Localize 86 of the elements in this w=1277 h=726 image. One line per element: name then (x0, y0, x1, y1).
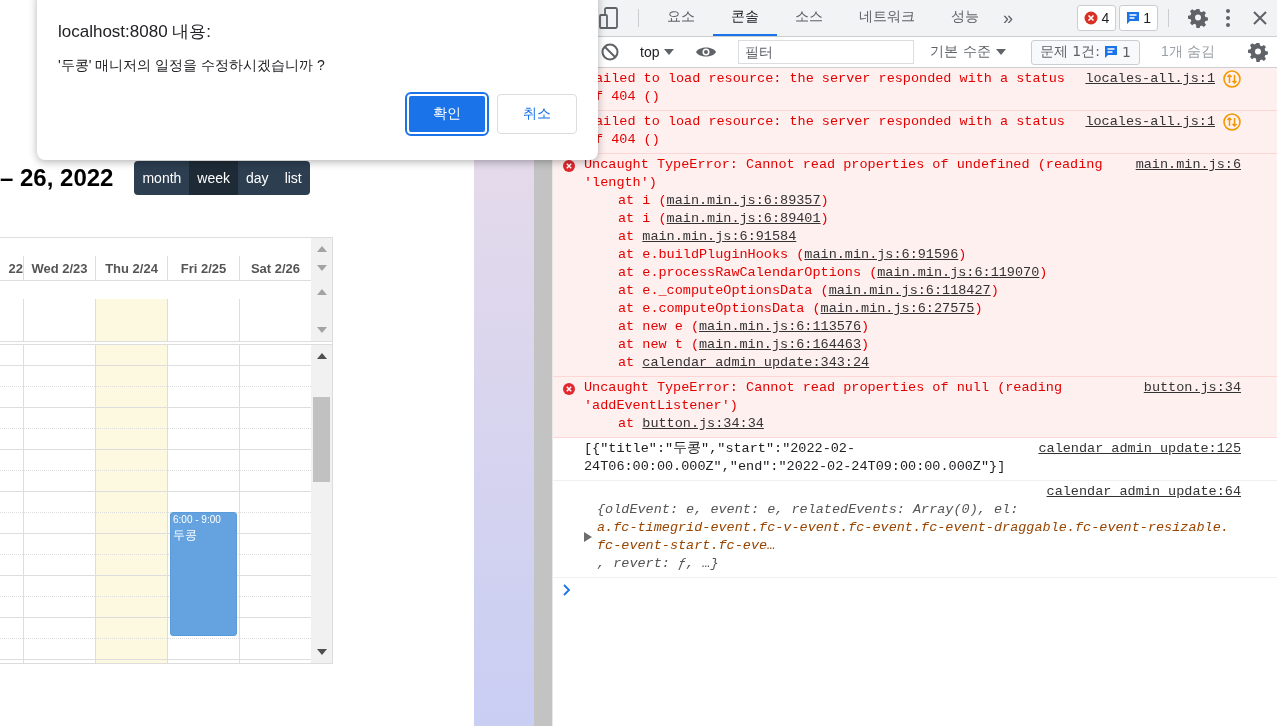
stack-frame: at new e (main.min.js:6:113576) (584, 318, 870, 336)
stack-link[interactable]: main.min.js:6:113576 (699, 319, 862, 334)
eye-icon[interactable] (695, 45, 718, 59)
stack-link[interactable]: main.min.js:6:118427 (828, 283, 991, 298)
stack-link[interactable]: main.min.js:6:164463 (699, 337, 862, 352)
settings-icon[interactable] (1188, 8, 1208, 28)
view-button[interactable]: month (134, 161, 190, 195)
scrollbar[interactable] (311, 345, 332, 663)
issues-button[interactable]: 문제 1건: 1 (1030, 39, 1140, 65)
devtools-tab[interactable]: 소스 (777, 0, 841, 36)
event-time: 6:00 - 9:00 (173, 514, 221, 525)
object-preview-text: {oldEvent: e, event: e, relatedEvents: Array(0), el: (597, 501, 1019, 519)
source-link[interactable]: calendar_admin_update:64 (1046, 484, 1241, 499)
stack-frame: at e._computeOptionsData (main.min.js:6:118427) (584, 282, 999, 300)
error-text: 'addEventListener') (584, 397, 738, 415)
devtools-tab[interactable]: 네트워크 (841, 0, 933, 36)
devtools-tab[interactable]: 요소 (649, 0, 713, 36)
stack-link[interactable]: main.min.js:6:91596 (804, 247, 959, 262)
day-header: Fri 2/25 (180, 260, 227, 276)
context-selector[interactable]: top (640, 44, 675, 60)
day-header: Wed 2/23 (31, 260, 88, 276)
dropdown-caret-icon (995, 49, 1006, 55)
filter-field[interactable]: 필터 (738, 40, 915, 64)
hidden-count: 1개 숨김 (1160, 43, 1215, 61)
stack-frame: at calendar_admin_update:343:24 (584, 354, 870, 372)
error-text: 'length') (584, 174, 657, 192)
source-link[interactable]: locales-all.js:1 (1085, 113, 1215, 131)
error-icon (1084, 11, 1099, 25)
stack-link[interactable]: main.min.js:6:119070 (877, 265, 1040, 280)
stack-link[interactable]: main.min.js:6:89401 (666, 211, 821, 226)
stack-frame: at e.processRawCalendarOptions (main.min.js:6:119070) (584, 264, 1048, 282)
log-text: 24T06:00:00.000Z","end":"2022-02-24T09:00:00.000Z"}] (584, 458, 1006, 476)
view-button[interactable]: day (238, 161, 277, 195)
stack-link[interactable]: main.min.js:6:91584 (642, 229, 797, 244)
message-count-badge[interactable]: 1 (1119, 5, 1158, 31)
calendar-title: – 26, 2022 (0, 164, 114, 192)
stack-frame: at main.min.js:6:91584 (584, 228, 797, 246)
stack-link[interactable]: main.min.js:6:89357 (666, 193, 821, 208)
stack-frame: at button.js:34:34 (584, 415, 764, 433)
event-title: 두콩 (173, 527, 197, 544)
source-link[interactable]: locales-all.js:1 (1085, 70, 1215, 88)
dialog-message: '두콩' 매니저의 일정을 수정하시겠습니까 ? (58, 57, 325, 75)
message-icon (1104, 45, 1118, 59)
stack-frame: at i (main.min.js:6:89357) (584, 192, 829, 210)
devtools-tab[interactable]: 성능 (933, 0, 997, 36)
error-text: Uncaught TypeError: Cannot read properties of undefined (reading (584, 156, 1103, 174)
scroll-thumb[interactable] (313, 397, 330, 482)
object-preview-text: fc-event-start.fc-eve… (597, 537, 776, 555)
scroll-down-icon[interactable] (316, 649, 327, 655)
source-link[interactable]: main.min.js:6 (1135, 156, 1241, 174)
close-icon[interactable] (1253, 11, 1267, 25)
cancel-button[interactable]: 취소 (497, 94, 577, 134)
view-button[interactable]: list (276, 161, 310, 195)
scroll-up-icon[interactable] (316, 353, 327, 359)
object-preview-text: a.fc-timegrid-event.fc-v-event.fc-event.fc-event-draggable.fc-event-resizable. (597, 519, 1229, 537)
log-levels-dropdown[interactable]: 기본 수준 (924, 42, 1012, 62)
day-header: Sat 2/26 (250, 260, 301, 276)
dropdown-caret-icon (664, 49, 675, 55)
stack-frame: at new t (main.min.js:6:164463) (584, 336, 870, 354)
log-text: [{"title":"두콩","start":"2022-02- (584, 440, 856, 458)
day-header: 22 (8, 260, 23, 276)
clear-console-icon[interactable] (601, 43, 619, 61)
error-icon (562, 383, 575, 395)
console-settings-icon[interactable] (1248, 42, 1268, 62)
view-button[interactable]: week (189, 161, 239, 195)
confirm-button[interactable]: 확인 (407, 94, 487, 134)
source-link[interactable]: button.js:34 (1143, 379, 1241, 397)
stack-frame: at e.computeOptionsData (main.min.js:6:27575) (584, 300, 983, 318)
source-link[interactable]: calendar_admin_update:125 (1038, 440, 1241, 458)
stack-link[interactable]: main.min.js:6:27575 (820, 301, 975, 316)
stack-link[interactable]: calendar_admin_update:343:24 (642, 355, 870, 370)
stack-frame: at i (main.min.js:6:89401) (584, 210, 829, 228)
stack-frame: at e.buildPluginHooks (main.min.js:6:91596) (584, 246, 967, 264)
more-tabs[interactable]: » (997, 0, 1019, 36)
devtools-tab[interactable]: 콘솔 (713, 0, 777, 36)
day-header: Thu 2/24 (105, 260, 158, 276)
message-icon (1126, 11, 1141, 25)
error-count-badge[interactable]: 4 (1077, 5, 1117, 31)
error-text: Uncaught TypeError: Cannot read properties of null (reading (584, 379, 1062, 397)
object-preview-text: , revert: ƒ, …} (597, 555, 719, 573)
expand-triangle-icon[interactable] (584, 532, 592, 542)
stack-link[interactable]: button.js:34:34 (642, 416, 764, 431)
dialog-title: localhost:8080 내용: (58, 21, 212, 43)
prompt-chevron-icon[interactable] (563, 584, 571, 596)
device-toolbar-icon[interactable] (599, 7, 619, 29)
more-options-icon[interactable] (1226, 9, 1230, 27)
